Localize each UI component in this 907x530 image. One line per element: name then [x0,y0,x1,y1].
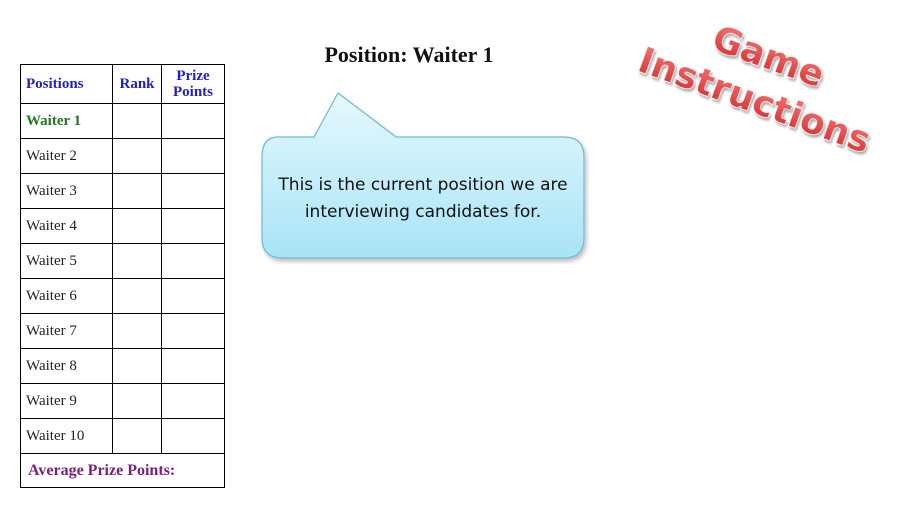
position-name-cell: Waiter 5 [20,243,113,279]
average-prize-points-label: Average Prize Points: [20,453,225,488]
prize-points-cell [161,243,225,279]
position-name-cell: Waiter 2 [20,138,113,174]
header-prize-points-label: Prize Points [172,68,213,100]
table-row: Waiter 5 [20,243,225,279]
prize-points-cell [161,348,225,384]
position-title: Position: Waiter 1 [324,42,494,67]
rank-cell [112,418,162,454]
game-instructions-button[interactable]: Game Instructions [620,0,907,170]
rank-cell [112,383,162,419]
position-name-cell: Waiter 4 [20,208,113,244]
header-prize-points: Prize Points [161,64,225,104]
position-name-cell: Waiter 6 [20,278,113,314]
position-name-cell: Waiter 3 [20,173,113,209]
rank-cell [112,208,162,244]
position-name-cell: Waiter 8 [20,348,113,384]
prize-points-cell [161,208,225,244]
table-row: Waiter 3 [20,173,225,209]
prize-points-cell [161,173,225,209]
position-name-cell: Waiter 7 [20,313,113,349]
table-row: Waiter 2 [20,138,225,174]
rank-cell [112,243,162,279]
prize-points-cell [161,138,225,174]
table-row: Waiter 6 [20,278,225,314]
table-row: Waiter 10 [20,418,225,454]
callout-text: This is the current position we are inte… [278,175,568,222]
prize-points-cell [161,418,225,454]
table-row: Waiter 8 [20,348,225,384]
position-name-cell: Waiter 1 [20,103,113,139]
positions-table: Positions Rank Prize Points Waiter 1 Wait… [20,64,225,488]
position-name-cell: Waiter 9 [20,383,113,419]
header-positions: Positions [20,64,113,104]
average-row: Average Prize Points: [20,453,225,488]
prize-points-cell [161,103,225,139]
rank-cell [112,138,162,174]
table-row: Waiter 1 [20,103,225,139]
table-row: Waiter 9 [20,383,225,419]
table-row: Waiter 4 [20,208,225,244]
position-name-cell: Waiter 10 [20,418,113,454]
table-row: Waiter 7 [20,313,225,349]
rank-cell [112,348,162,384]
prize-points-cell [161,313,225,349]
rank-cell [112,173,162,209]
table-header-row: Positions Rank Prize Points [20,64,225,104]
prize-points-cell [161,278,225,314]
header-rank: Rank [112,64,162,104]
rank-cell [112,278,162,314]
rank-cell [112,313,162,349]
prize-points-cell [161,383,225,419]
rank-cell [112,103,162,139]
